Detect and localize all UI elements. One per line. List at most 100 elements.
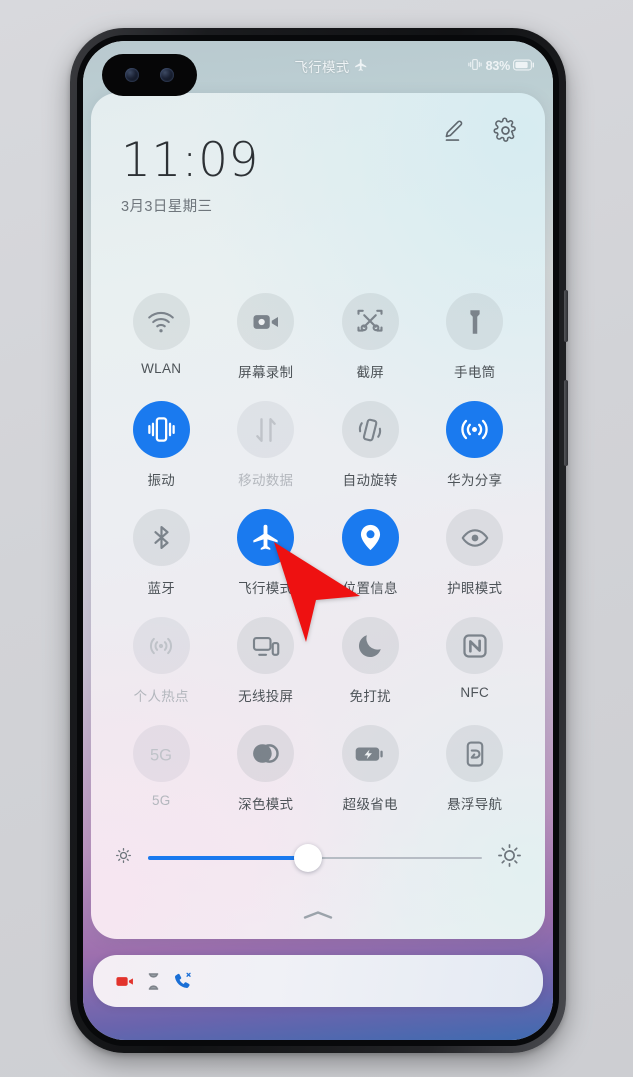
panel-header-actions (440, 117, 519, 144)
sun-large-icon (496, 842, 523, 874)
toggle-nfc[interactable]: NFC (423, 617, 528, 705)
toggle-circle[interactable] (132, 617, 190, 674)
pencil-edit-icon[interactable] (440, 118, 466, 144)
toggle-eye-comfort[interactable]: 护眼模式 (423, 509, 528, 597)
toggle-screenshot[interactable]: 截屏 (318, 293, 423, 381)
clock-date: 3月3日星期三 (121, 199, 213, 215)
auto-rotate-icon (355, 415, 385, 445)
toggle-super-power-save[interactable]: 超级省电 (318, 725, 423, 813)
floating-nav-icon (460, 739, 490, 769)
toggle-flashlight[interactable]: 手电筒 (423, 293, 528, 381)
camcorder-icon (116, 974, 135, 989)
chevron-up-icon[interactable] (300, 909, 336, 921)
toggle-circle[interactable] (237, 401, 295, 458)
huawei-share-icon (459, 414, 490, 445)
toggle-huawei-share[interactable]: 华为分享 (423, 401, 528, 489)
toggle-location-pin[interactable]: 位置信息 (318, 509, 423, 597)
toggle-circle[interactable]: 5G (132, 725, 190, 782)
clock-time: 11:09 (121, 133, 259, 188)
toggle-circle[interactable] (446, 509, 504, 566)
screenshot-icon (355, 307, 385, 337)
toggle-label: 无线投屏 (238, 689, 294, 704)
mobile-data-icon (251, 415, 281, 445)
toggle-label: 护眼模式 (447, 581, 503, 596)
dark-mode-icon (250, 738, 281, 769)
panel-header: 11:09 3月3日星期三 (91, 93, 545, 216)
camera-lens-left (125, 68, 140, 82)
toggle-label: 悬浮导航 (447, 797, 503, 812)
toggle-circle[interactable] (132, 293, 190, 350)
eye-comfort-icon (460, 523, 490, 553)
toggle-wifi[interactable]: WLAN (109, 293, 214, 381)
toggle-hotspot[interactable]: 个人热点 (109, 617, 214, 705)
toggle-label: 个人热点 (133, 689, 189, 704)
toggle-circle[interactable] (341, 509, 399, 566)
toggle-label: 飞行模式 (238, 581, 294, 596)
sun-small-icon (113, 845, 134, 871)
notification-shade[interactable] (93, 955, 543, 1007)
toggle-circle[interactable] (341, 293, 399, 350)
toggle-label: 手电筒 (454, 365, 496, 380)
cast-screen-icon (251, 631, 281, 661)
phone-device: 飞行模式 83% 11:09 3月3日星期三 WLAN 屏幕录制 截屏 手电筒 … (70, 28, 568, 1053)
toggle-airplane[interactable]: 飞行模式 (214, 509, 319, 597)
moon-dnd-icon (355, 631, 385, 661)
gear-settings-icon[interactable] (492, 117, 519, 144)
vibrate-icon (467, 58, 483, 74)
toggle-circle[interactable] (132, 401, 190, 458)
camera-cutout (102, 54, 197, 96)
hourglass-icon (146, 972, 161, 991)
toggle-circle[interactable] (132, 509, 190, 566)
bluetooth-icon (147, 523, 176, 552)
brightness-thumb[interactable] (294, 844, 323, 872)
power-button[interactable] (564, 380, 568, 466)
brightness-slider[interactable] (148, 843, 482, 873)
toggle-circle[interactable] (341, 401, 399, 458)
toggle-auto-rotate[interactable]: 自动旋转 (318, 401, 423, 489)
toggle-moon-dnd[interactable]: 免打扰 (318, 617, 423, 705)
toggle-mobile-data[interactable]: 移动数据 (214, 401, 319, 489)
toggle-label: 自动旋转 (342, 473, 398, 488)
toggle-cast-screen[interactable]: 无线投屏 (214, 617, 319, 705)
toggle-circle[interactable] (446, 401, 504, 458)
brightness-slider-row (113, 835, 523, 881)
hotspot-icon (146, 631, 176, 661)
toggle-label: 屏幕录制 (238, 365, 294, 380)
toggle-bluetooth[interactable]: 蓝牙 (109, 509, 214, 597)
missed-call-icon (172, 972, 192, 991)
toggle-screen-record[interactable]: 屏幕录制 (214, 293, 319, 381)
airplane-icon (354, 58, 368, 75)
toggle-label: 深色模式 (238, 797, 294, 812)
5g-icon: 5G (144, 737, 178, 771)
toggle-circle[interactable] (237, 293, 295, 350)
quick-toggle-grid: WLAN 屏幕录制 截屏 手电筒 振动 移动数据 自动旋转 华为分享 蓝牙 飞行… (109, 293, 527, 813)
camera-lens-right (159, 68, 174, 82)
svg-text:5G: 5G (150, 746, 172, 764)
toggle-circle[interactable] (341, 617, 399, 674)
toggle-label: 移动数据 (238, 473, 294, 488)
toggle-vibrate[interactable]: 振动 (109, 401, 214, 489)
toggle-circle[interactable] (446, 725, 504, 782)
wifi-icon (146, 307, 176, 337)
toggle-dark-mode[interactable]: 深色模式 (214, 725, 319, 813)
toggle-circle[interactable] (446, 293, 504, 350)
toggle-label: 位置信息 (342, 581, 398, 596)
control-panel: 11:09 3月3日星期三 WLAN 屏幕录制 截屏 手电筒 振动 移动数据 自… (91, 93, 545, 939)
phone-screen: 飞行模式 83% 11:09 3月3日星期三 WLAN 屏幕录制 截屏 手电筒 … (83, 41, 553, 1040)
battery-percent-label: 83% (485, 59, 511, 73)
toggle-label: 免打扰 (349, 689, 391, 704)
flashlight-icon (460, 307, 490, 337)
screen-record-icon (251, 307, 281, 337)
toggle-circle[interactable] (341, 725, 399, 782)
toggle-circle[interactable] (237, 617, 295, 674)
toggle-floating-nav[interactable]: 悬浮导航 (423, 725, 528, 813)
status-bar-right: 83% (467, 41, 535, 91)
toggle-circle[interactable] (237, 725, 295, 782)
toggle-label: 蓝牙 (147, 581, 176, 596)
volume-button[interactable] (564, 290, 568, 342)
toggle-5g[interactable]: 5G 5G (109, 725, 214, 813)
toggle-circle[interactable] (237, 509, 295, 566)
toggle-circle[interactable] (446, 617, 504, 674)
toggle-label: 华为分享 (447, 473, 503, 488)
vibrate-icon (146, 414, 177, 445)
